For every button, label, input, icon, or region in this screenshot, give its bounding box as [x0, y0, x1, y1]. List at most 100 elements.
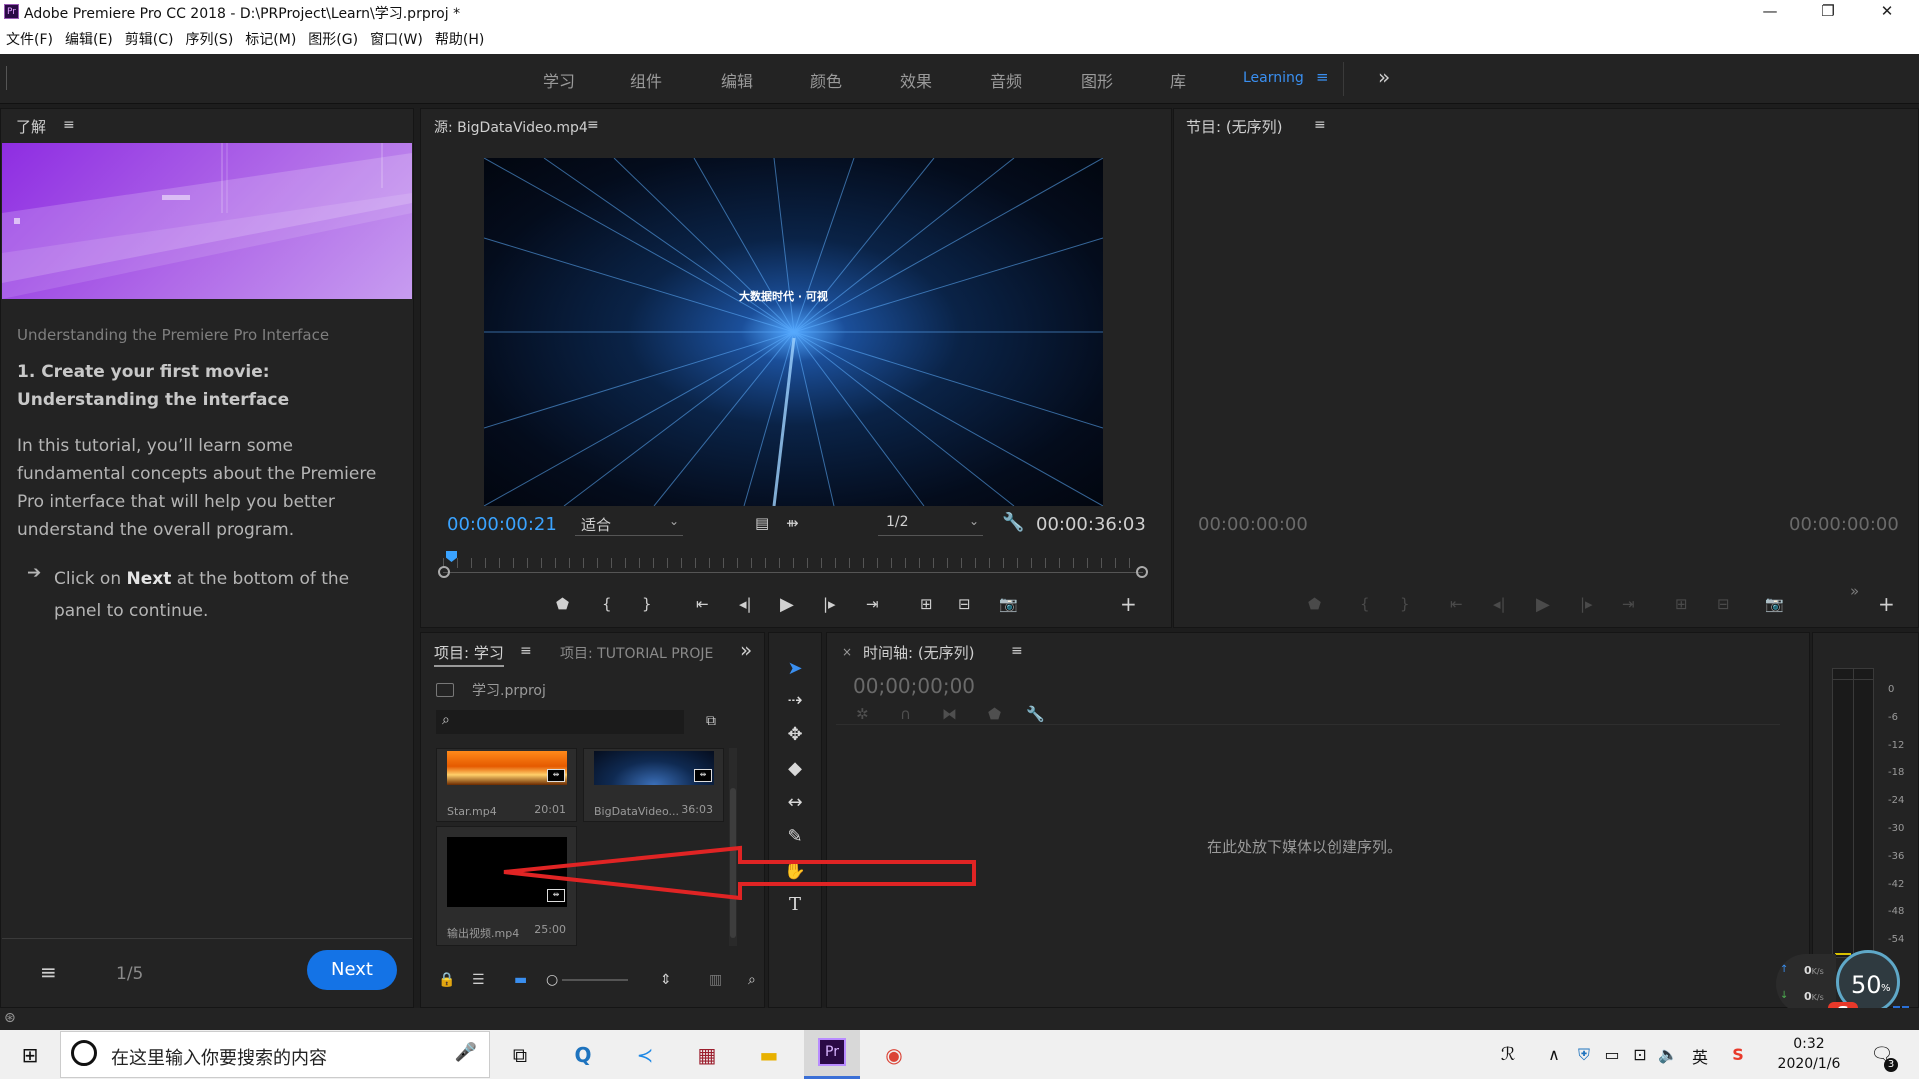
- close-button[interactable]: ✕: [1865, 2, 1909, 22]
- tab-project-tutorial[interactable]: 项目: TUTORIAL PROJE: [560, 643, 713, 663]
- ripple-edit-tool-icon[interactable]: ✥: [780, 724, 810, 752]
- nest-icon[interactable]: ✲: [856, 705, 869, 723]
- lock-icon[interactable]: 🔒: [438, 972, 455, 988]
- program-monitor-title[interactable]: 节目: (无序列): [1186, 116, 1283, 137]
- workspace-tab-libraries[interactable]: 库: [1170, 68, 1186, 92]
- new-search-bin-icon[interactable]: ⧉: [706, 713, 716, 729]
- zoom-handle-left[interactable]: [438, 566, 450, 578]
- workspace-tab-audio[interactable]: 音频: [990, 68, 1022, 92]
- razor-tool-icon[interactable]: ◆: [780, 758, 810, 786]
- media-item-bigdatavideo[interactable]: ⇹ BigDataVideo... 36:03: [583, 748, 724, 822]
- export-frame-icon[interactable]: 📷: [999, 595, 1018, 613]
- network-speed-widget[interactable]: ↑ 0K/s ↓ 0K/s: [1776, 954, 1836, 1014]
- icon-view-icon[interactable]: ▬: [514, 972, 527, 988]
- workspace-tab-learning-active[interactable]: Learning: [1243, 70, 1304, 86]
- learn-panel-title[interactable]: 了解: [16, 116, 46, 137]
- taskbar-language[interactable]: 英: [1692, 1044, 1708, 1068]
- play-icon[interactable]: ▶: [1536, 594, 1550, 615]
- workspace-tab-editing[interactable]: 编辑: [721, 68, 753, 92]
- add-button-icon[interactable]: +: [1120, 592, 1137, 616]
- step-forward-icon[interactable]: |▸: [1580, 595, 1593, 613]
- media-item-star[interactable]: ⇹ Star.mp4 20:01: [436, 748, 577, 822]
- play-icon[interactable]: ▶: [780, 594, 794, 615]
- task-view-icon[interactable]: ⧉: [502, 1038, 538, 1072]
- find-icon[interactable]: ⌕: [748, 972, 756, 988]
- go-to-out-icon[interactable]: ⇥: [1622, 595, 1635, 613]
- taskbar-search-box[interactable]: 在这里输入你要搜索的内容 🎤: [60, 1031, 490, 1078]
- more-tabs-icon[interactable]: »: [740, 638, 752, 662]
- timeline-timecode[interactable]: 00;00;00;00: [853, 674, 975, 698]
- file-explorer-icon[interactable]: ▬: [751, 1038, 787, 1072]
- tutorial-list-icon[interactable]: ≡: [40, 960, 57, 984]
- menu-file[interactable]: 文件(F): [6, 29, 53, 49]
- resolution-dropdown[interactable]: 1/2 ⌄: [878, 512, 983, 536]
- background-task-icon[interactable]: ⊛: [4, 1010, 16, 1026]
- next-button[interactable]: Next: [307, 950, 397, 990]
- zoom-out-icon[interactable]: ○: [546, 972, 558, 988]
- slip-tool-icon[interactable]: ↔: [780, 792, 810, 820]
- windows-start-icon[interactable]: ⊞: [12, 1038, 48, 1072]
- vscode-icon[interactable]: ≺: [627, 1038, 663, 1072]
- source-monitor-menu-icon[interactable]: ≡: [587, 117, 599, 133]
- mark-out-icon[interactable]: }: [1400, 595, 1410, 613]
- taskbar-premiere-active[interactable]: Pr: [804, 1030, 860, 1079]
- learn-panel-menu-icon[interactable]: ≡: [63, 117, 75, 133]
- timeline-menu-icon[interactable]: ≡: [1011, 643, 1023, 659]
- wrench-icon[interactable]: 🔧: [1002, 512, 1024, 533]
- workspace-tab-effects[interactable]: 效果: [900, 68, 932, 92]
- step-back-icon[interactable]: ◂|: [739, 595, 752, 613]
- step-back-icon[interactable]: ◂|: [1493, 595, 1506, 613]
- snap-icon[interactable]: ∩: [900, 705, 911, 723]
- automate-icon[interactable]: ▥: [709, 972, 722, 988]
- zoom-handle-right[interactable]: [1136, 566, 1148, 578]
- menu-graphics[interactable]: 图形(G): [308, 29, 358, 49]
- linked-selection-icon[interactable]: ⧓: [942, 705, 957, 723]
- menu-edit[interactable]: 编辑(E): [65, 29, 113, 49]
- taskbar-clock[interactable]: 0:32 2020/1/6: [1774, 1034, 1844, 1074]
- workspace-tab-learn[interactable]: 学习: [543, 68, 575, 92]
- menu-window[interactable]: 窗口(W): [370, 29, 423, 49]
- more-workspaces-icon[interactable]: »: [1378, 65, 1390, 89]
- menu-help[interactable]: 帮助(H): [435, 29, 484, 49]
- zoom-slider[interactable]: [562, 979, 628, 981]
- close-icon[interactable]: ×: [842, 645, 852, 659]
- tab-project-learn[interactable]: 项目: 学习: [434, 642, 504, 667]
- workspace-tab-graphics[interactable]: 图形: [1081, 68, 1113, 92]
- overwrite-icon[interactable]: ⊟: [958, 595, 971, 613]
- source-monitor-title[interactable]: 源: BigDataVideo.mp4: [434, 117, 588, 137]
- add-marker-icon[interactable]: ⬟: [988, 705, 1001, 723]
- source-scrub-bar[interactable]: [443, 572, 1143, 573]
- list-view-icon[interactable]: ☰: [472, 972, 485, 988]
- menu-clip[interactable]: 剪辑(C): [125, 29, 174, 49]
- winrar-icon[interactable]: ▦: [689, 1038, 725, 1072]
- selection-tool-icon[interactable]: ➤: [780, 658, 810, 686]
- people-icon[interactable]: ℛ: [1490, 1038, 1526, 1072]
- sogou-tray-icon[interactable]: S: [1720, 1038, 1756, 1072]
- source-current-timecode[interactable]: 00:00:00:21: [447, 514, 557, 535]
- volume-icon[interactable]: 🔈: [1650, 1038, 1686, 1072]
- marker-icon[interactable]: ⬟: [556, 595, 569, 613]
- marker-icon[interactable]: ⬟: [1308, 595, 1321, 613]
- project-search-input[interactable]: ⌕: [436, 710, 684, 734]
- project-panel-menu-icon[interactable]: ≡: [520, 643, 532, 659]
- track-select-tool-icon[interactable]: ⇢: [780, 690, 810, 718]
- workspace-menu-icon[interactable]: ≡: [1316, 68, 1329, 86]
- export-frame-icon[interactable]: 📷: [1765, 595, 1784, 613]
- sort-icon[interactable]: ⇕: [660, 972, 672, 988]
- program-current-timecode[interactable]: 00:00:00:00: [1198, 514, 1308, 535]
- workspace-tab-assembly[interactable]: 组件: [630, 68, 662, 92]
- timeline-title[interactable]: 时间轴: (无序列): [863, 642, 975, 663]
- add-button-icon[interactable]: +: [1878, 592, 1895, 616]
- go-to-in-icon[interactable]: ⇤: [696, 595, 709, 613]
- step-forward-icon[interactable]: |▸: [823, 595, 836, 613]
- drop-frame-icon[interactable]: ▤: [755, 514, 769, 532]
- maximize-button[interactable]: ❐: [1806, 2, 1850, 22]
- go-to-out-icon[interactable]: ⇥: [866, 595, 879, 613]
- source-time-ruler[interactable]: [443, 558, 1143, 568]
- menu-marker[interactable]: 标记(M): [245, 29, 296, 49]
- mark-in-icon[interactable]: {: [602, 595, 612, 613]
- fit-dropdown[interactable]: 适合 ⌄: [575, 512, 683, 536]
- mark-out-icon[interactable]: }: [642, 595, 652, 613]
- more-controls-icon[interactable]: »: [1850, 582, 1859, 600]
- timeline-settings-icon[interactable]: 🔧: [1026, 705, 1045, 723]
